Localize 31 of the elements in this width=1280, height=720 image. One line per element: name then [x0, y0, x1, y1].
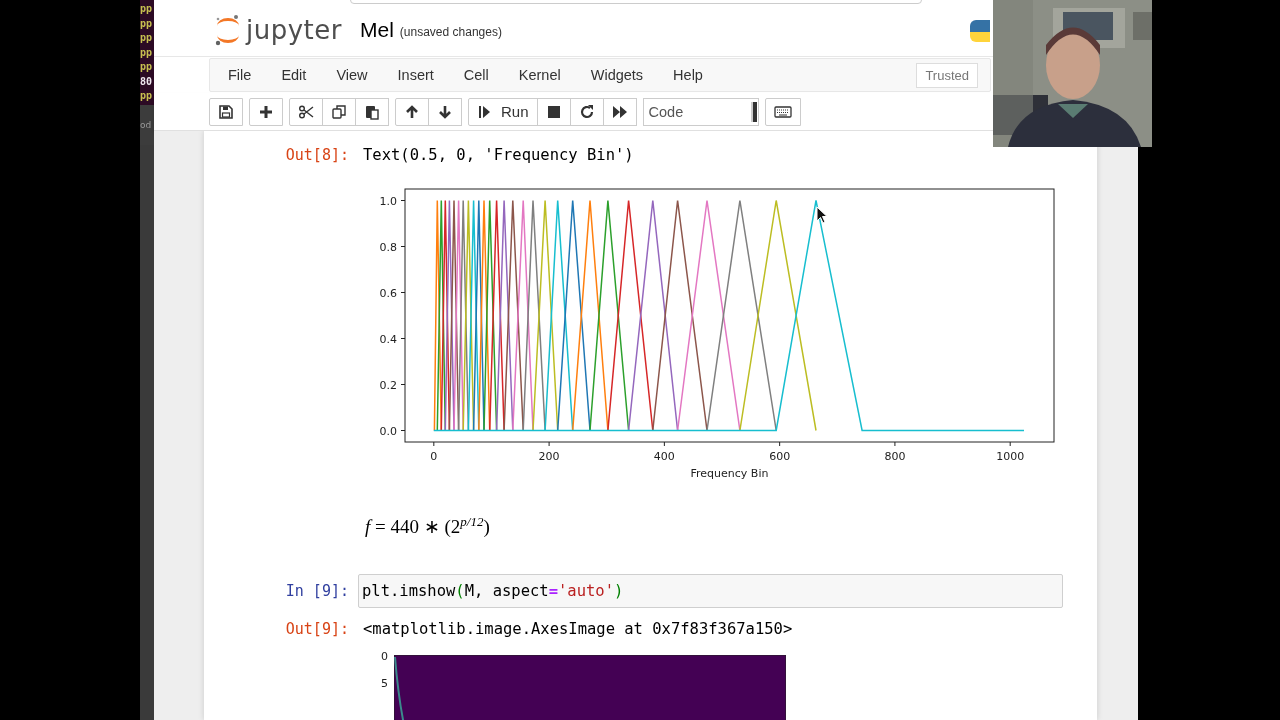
- save-status: (unsaved changes): [399, 25, 502, 39]
- app-name: jupyter: [246, 15, 342, 45]
- terminal-text: pp: [140, 60, 154, 74]
- tick-label: 5: [380, 677, 388, 690]
- tick-label: 400: [653, 450, 675, 463]
- terminal-text: pp: [140, 89, 154, 103]
- tab-label: od: [140, 120, 152, 130]
- tick-label: 0.0: [379, 424, 397, 438]
- tick-label: 600: [769, 450, 791, 463]
- tick-label: 0: [380, 650, 388, 663]
- math-formula: f = 440 ∗ (2$^{p/12}$): [364, 514, 490, 539]
- axis-label: Frequency Bin: [690, 467, 769, 479]
- output-text: Text(0.5, 0, 'Frequency Bin'): [362, 146, 634, 164]
- output-text: <matplotlib.image.AxesImage at 0x7f83f367a150>: [362, 620, 793, 638]
- tick-label: 0.6: [379, 286, 397, 300]
- tick-label: 0.2: [379, 378, 397, 392]
- terminal-text: pp: [140, 45, 154, 60]
- tick-label: 1000: [996, 450, 1025, 463]
- output-prompt: Out[8]:: [284, 146, 350, 164]
- terminal-text: pp: [140, 2, 154, 16]
- output-prompt: Out[9]:: [284, 620, 350, 638]
- input-prompt: In [9]:: [284, 582, 350, 600]
- tick-label: 0.8: [379, 240, 397, 254]
- terminal-text: pp: [140, 31, 154, 45]
- terminal-text: pp: [140, 16, 154, 31]
- tick-label: 0: [430, 450, 438, 463]
- tick-label: 1.0: [379, 194, 397, 208]
- tick-label: 200: [538, 450, 560, 463]
- tick-label: 800: [884, 450, 906, 463]
- terminal-text: 80: [140, 74, 154, 89]
- tick-label: 0.4: [379, 332, 397, 346]
